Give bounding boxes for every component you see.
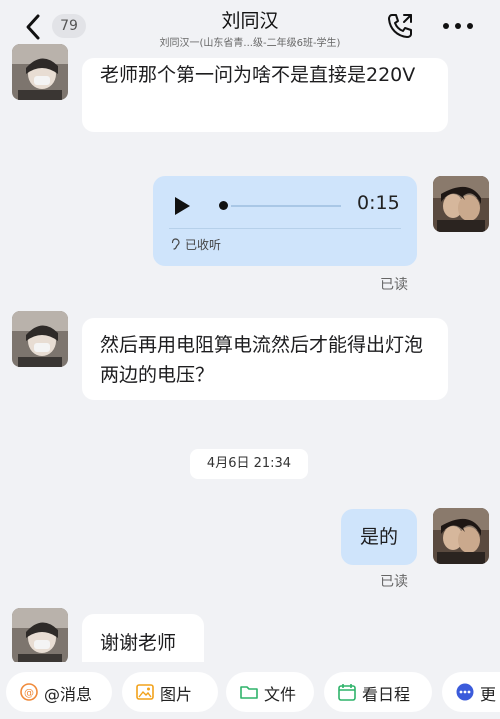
quick-action-toolbar: @ @消息 图片 文件 看日程 更	[0, 662, 500, 719]
time-divider: 4月6日 21:34	[190, 449, 308, 479]
message-text: 老师那个第一问为啥不是直接是220V	[100, 64, 416, 86]
read-status: 已读	[380, 574, 408, 590]
voice-duration: 0:15	[357, 192, 400, 214]
chat-header: 79 刘同汉 刘同汉一(山东省青...级-二年级6班-学生)	[0, 0, 500, 58]
voice-message-bubble[interactable]: 0:15 已收听	[153, 176, 417, 266]
folder-icon	[240, 686, 258, 699]
more-icon	[456, 683, 474, 701]
file-label: 文件	[264, 685, 297, 704]
mention-button[interactable]: @ @消息	[6, 672, 112, 712]
voice-heard-label: 已收听	[185, 238, 222, 252]
mention-icon: @	[20, 683, 38, 701]
voice-divider	[169, 228, 401, 229]
schedule-label: 看日程	[362, 685, 411, 704]
svg-text:@: @	[24, 688, 34, 699]
message-bubble-outgoing[interactable]: 是的	[341, 509, 417, 565]
more-actions-button[interactable]: 更	[442, 672, 500, 712]
image-label: 图片	[160, 685, 193, 704]
message-text: 是的	[359, 526, 398, 548]
more-label: 更	[480, 685, 497, 704]
more-options-icon[interactable]	[440, 14, 476, 38]
ear-icon	[171, 238, 180, 250]
contact-subtitle: 刘同汉一(山东省青...级-二年级6班-学生)	[159, 38, 341, 49]
contact-avatar[interactable]	[12, 608, 68, 664]
contact-name: 刘同汉	[221, 10, 279, 32]
read-status: 已读	[380, 277, 408, 293]
calendar-icon	[338, 684, 356, 701]
file-button[interactable]: 文件	[226, 672, 314, 712]
my-avatar[interactable]	[433, 176, 489, 232]
message-text: 然后再用电阻算电流然后才能得出灯泡两边的电压？	[100, 334, 424, 386]
playback-position-dot[interactable]	[219, 201, 229, 210]
phone-call-icon[interactable]	[384, 10, 416, 42]
my-avatar[interactable]	[433, 508, 489, 564]
contact-avatar[interactable]	[12, 311, 68, 367]
image-icon	[136, 684, 154, 700]
schedule-button[interactable]: 看日程	[324, 672, 432, 712]
image-button[interactable]: 图片	[122, 672, 218, 712]
message-bubble-incoming[interactable]: 然后再用电阻算电流然后才能得出灯泡两边的电压？	[82, 318, 448, 400]
mention-label: @消息	[44, 685, 93, 704]
playback-progress-track[interactable]	[231, 205, 341, 207]
message-bubble-incoming[interactable]: 老师那个第一问为啥不是直接是220V	[82, 58, 448, 132]
play-icon[interactable]	[173, 196, 191, 216]
message-text: 谢谢老师	[100, 632, 177, 654]
contact-avatar[interactable]	[12, 44, 68, 100]
